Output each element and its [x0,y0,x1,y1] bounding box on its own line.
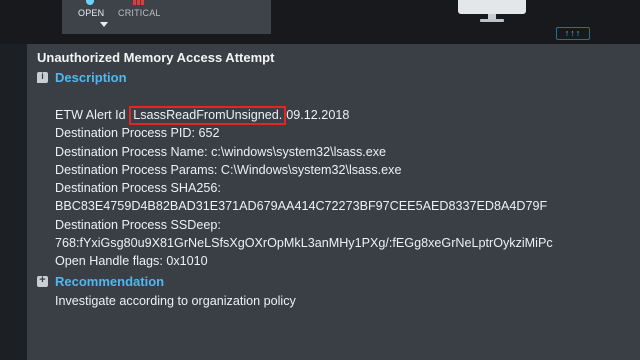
comment-add-icon [37,274,48,287]
info-icon [37,71,48,83]
open-status-label: OPEN [78,8,105,18]
open-status-icon [86,0,94,5]
description-body: ETW Alert Id LsassReadFromUnsigned. 09.12… [55,106,635,268]
open-status-tab[interactable]: OPEN [78,0,108,27]
etw-alert-id-suffix: 09.12.2018 [286,108,350,122]
etw-alert-id-highlight: LsassReadFromUnsigned. [129,106,287,125]
alert-title: Unauthorized Memory Access Attempt [37,50,275,65]
dest-process-ssdeep-value: 768:fYxiGsg80u9X81GrNeLSfsXgOXrOpMkL3anM… [55,236,553,251]
expand-button[interactable]: ↑↑↑ [556,27,590,40]
selected-caret-icon [100,22,108,27]
etw-alert-id-prefix: ETW Alert Id [55,108,130,122]
description-heading: Description [37,70,127,85]
recommendation-text: Investigate according to organization po… [55,294,296,308]
recommendation-heading-label: Recommendation [55,274,165,289]
alert-status-toolbar: OPEN CRITICAL [62,0,271,34]
open-handle-flags: Open Handle flags: 0x1010 [55,254,208,268]
alert-details-panel: Unauthorized Memory Access Attempt Descr… [27,44,640,360]
dest-process-sha256-value: BBC83E4759D4B82BAD31E371AD679AA414C72273… [55,199,548,214]
monitor-icon [458,0,526,22]
critical-severity-icon [118,0,158,5]
critical-severity-tab[interactable]: CRITICAL [118,0,161,18]
recommendation-heading: Recommendation [37,274,164,289]
dest-process-ssdeep-label: Destination Process SSDeep: [55,217,221,232]
dest-process-pid: Destination Process PID: 652 [55,126,220,141]
etw-alert-id-line: ETW Alert Id LsassReadFromUnsigned. 09.12… [55,106,635,125]
dest-process-name: Destination Process Name: c:\windows\sys… [55,144,387,159]
critical-severity-label: CRITICAL [118,8,161,18]
dest-process-sha256-label: Destination Process SHA256: [55,181,221,196]
description-heading-label: Description [55,70,127,85]
dest-process-params: Destination Process Params: C:\Windows\s… [55,162,402,177]
